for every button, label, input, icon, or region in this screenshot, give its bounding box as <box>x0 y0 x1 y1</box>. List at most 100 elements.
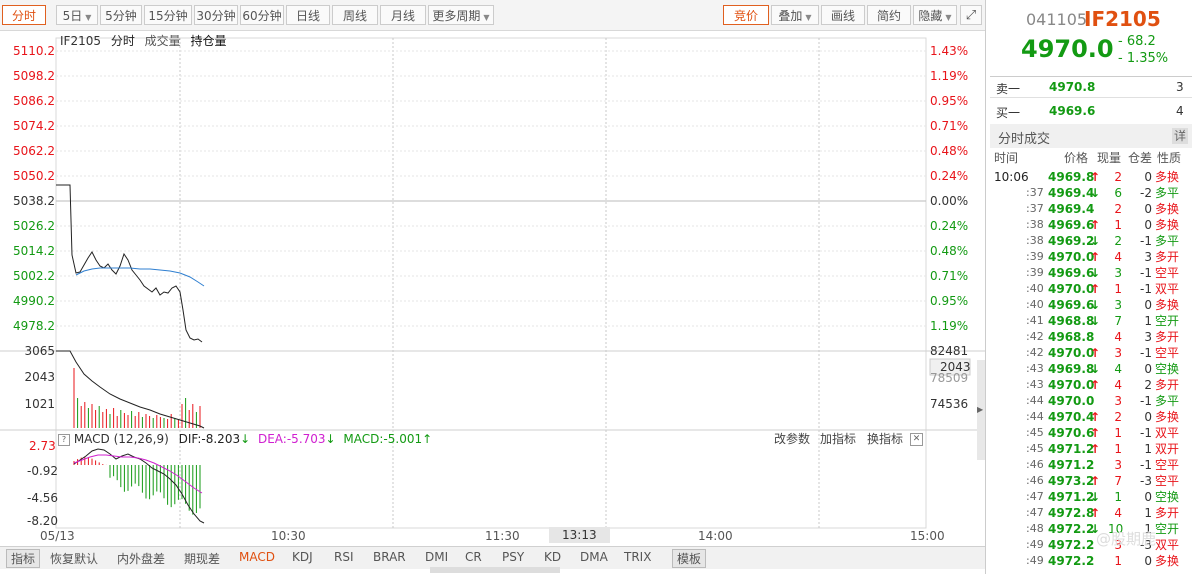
tab-cr[interactable]: CR <box>465 550 482 564</box>
trade-time: :43 <box>1026 362 1044 375</box>
trade-oi-change: -2 <box>1140 186 1152 200</box>
fullscreen-icon[interactable]: ⤢ <box>960 5 982 25</box>
legend-intraday[interactable]: 分时 <box>111 34 135 48</box>
tab-indicators[interactable]: 指标 <box>6 549 41 568</box>
trade-price: 4971.2 <box>1048 442 1095 456</box>
more-periods-button[interactable]: 更多周期 ▼ <box>428 5 494 25</box>
open-interest-axis-label: 82481 <box>930 344 969 358</box>
price-axis-label: 5098.2 <box>13 69 55 83</box>
period-daily-button[interactable]: 日线 <box>286 5 330 25</box>
tab-macd[interactable]: MACD <box>239 550 275 564</box>
macd-header: ? MACD (12,26,9) DIF:-8.203↓ DEA:-5.703↓… <box>58 431 926 447</box>
ask-label: 卖一 <box>996 82 1021 96</box>
tab-psy[interactable]: PSY <box>502 550 524 564</box>
trade-row: :47 4971.2 ↓ 1 0 空换 <box>994 489 1182 505</box>
trade-row: :39 4970.0 ↑ 4 3 多开 <box>994 249 1182 265</box>
tab-futures-spot-diff[interactable]: 期现差 <box>184 550 220 567</box>
panel-collapse-handle[interactable]: ▶ <box>977 360 985 460</box>
trade-volume: 3 <box>1114 298 1122 312</box>
tab-trix[interactable]: TRIX <box>624 550 651 564</box>
period-30min-button[interactable]: 30分钟 <box>194 5 238 25</box>
trade-row: :40 4969.6 ↓ 3 0 多换 <box>994 297 1182 313</box>
arrow-up-icon: ↑ <box>1090 378 1101 392</box>
tab-kdj[interactable]: KDJ <box>292 550 313 564</box>
trades-header-bar: 分时成交 详 <box>990 124 1192 148</box>
arrow-up-icon: ↑ <box>422 432 433 446</box>
trade-volume: 3 <box>1114 266 1122 280</box>
trade-oi-change: 1 <box>1144 442 1152 456</box>
percent-axis-label: 0.24% <box>930 219 969 233</box>
period-60min-button[interactable]: 60分钟 <box>240 5 284 25</box>
tab-templates[interactable]: 模板 <box>672 549 707 568</box>
trades-title: 分时成交 <box>998 132 1051 147</box>
tab-restore-default[interactable]: 恢复默认 <box>50 550 98 567</box>
legend-volume[interactable]: 成交量 <box>145 34 181 48</box>
arrow-up-icon: ↑ <box>1090 410 1101 424</box>
tab-kd[interactable]: KD <box>544 550 561 564</box>
volume-axis-label: 2043 <box>24 370 55 384</box>
trade-volume: 7 <box>1114 314 1122 328</box>
macd-settings-icon[interactable]: ? <box>58 433 70 446</box>
period-weekly-button[interactable]: 周线 <box>332 5 378 25</box>
close-icon[interactable]: ✕ <box>910 433 923 446</box>
hide-label: 隐藏 <box>918 9 943 23</box>
open-interest-axis-label: 78509 <box>930 371 969 385</box>
tab-rsi[interactable]: RSI <box>334 550 354 564</box>
hide-button[interactable]: 隐藏 ▼ <box>913 5 957 25</box>
trade-price: 4973.2 <box>1048 474 1095 488</box>
add-indicator-button[interactable]: 加指标 <box>820 431 856 447</box>
period-intraday-button[interactable]: 分时 <box>2 5 46 25</box>
trade-nature: 多换 <box>1155 218 1180 232</box>
trade-row: :49 4972.2 1 0 多换 <box>994 553 1182 569</box>
tab-dmi[interactable]: DMI <box>425 550 448 564</box>
period-5day-button[interactable]: 5日 ▼ <box>56 5 98 25</box>
trades-column-headers: 时间 价格 现量 仓差 性质 <box>994 150 1182 166</box>
arrow-up-icon: ↑ <box>1090 442 1101 456</box>
trade-nature: 多开 <box>1155 506 1180 520</box>
auction-button[interactable]: 竞价 <box>723 5 769 25</box>
ask-price: 4970.8 <box>1049 80 1096 94</box>
trade-nature: 空换 <box>1155 490 1180 504</box>
simple-mode-button[interactable]: 简约 <box>867 5 911 25</box>
bid-volume: 4 <box>1176 104 1184 118</box>
price-axis-label: 5110.2 <box>13 44 55 58</box>
trade-row: 10:06 4969.8 ↑ 2 0 多换 <box>994 169 1182 185</box>
trade-oi-change: 0 <box>1144 490 1152 504</box>
tab-dma[interactable]: DMA <box>580 550 608 564</box>
chevron-down-icon: ▼ <box>483 13 490 22</box>
chart-legend: IF2105 分时 成交量 持仓量 <box>60 32 227 49</box>
trade-price: 4968.8 <box>1048 314 1095 328</box>
switch-indicator-button[interactable]: 换指标 <box>867 431 903 447</box>
draw-line-button[interactable]: 画线 <box>821 5 865 25</box>
trade-time: :47 <box>1026 506 1044 519</box>
period-15min-button[interactable]: 15分钟 <box>144 5 192 25</box>
macd-title: MACD (12,26,9) <box>73 432 169 446</box>
tab-brar[interactable]: BRAR <box>373 550 406 564</box>
time-axis-label: 14:00 <box>698 529 733 543</box>
average-price-line <box>75 267 205 287</box>
trade-nature: 多换 <box>1155 554 1180 568</box>
trade-oi-change: -3 <box>1140 474 1152 488</box>
trade-price: 4971.2 <box>1048 458 1095 472</box>
percent-axis-label: 0.71% <box>930 119 969 133</box>
period-5min-button[interactable]: 5分钟 <box>100 5 142 25</box>
tab-inner-outer-diff[interactable]: 内外盘差 <box>117 550 165 567</box>
bid-price: 4969.6 <box>1049 104 1096 118</box>
trades-detail-button[interactable]: 详 <box>1172 128 1188 144</box>
overlay-label: 叠加 <box>778 9 803 23</box>
trade-price: 4968.8 <box>1048 330 1095 344</box>
overlay-button[interactable]: 叠加 ▼ <box>771 5 819 25</box>
trade-oi-change: 0 <box>1144 218 1152 232</box>
change-params-button[interactable]: 改参数 <box>774 431 810 447</box>
arrow-up-icon: ↑ <box>1090 474 1101 488</box>
arrow-up-icon: ↑ <box>1090 426 1101 440</box>
intraday-chart[interactable]: IF2105 分时 成交量 持仓量 5110.2 5098.2 5086.2 5074… <box>0 30 985 550</box>
scroll-handle[interactable] <box>430 567 560 573</box>
time-axis-label: 11:30 <box>485 529 520 543</box>
period-monthly-button[interactable]: 月线 <box>380 5 426 25</box>
price-axis-label: 5014.2 <box>13 244 55 258</box>
legend-open-interest[interactable]: 持仓量 <box>191 34 227 48</box>
bid-label: 买一 <box>996 106 1021 120</box>
trade-nature: 多平 <box>1155 186 1180 200</box>
trade-nature: 多换 <box>1155 170 1180 184</box>
